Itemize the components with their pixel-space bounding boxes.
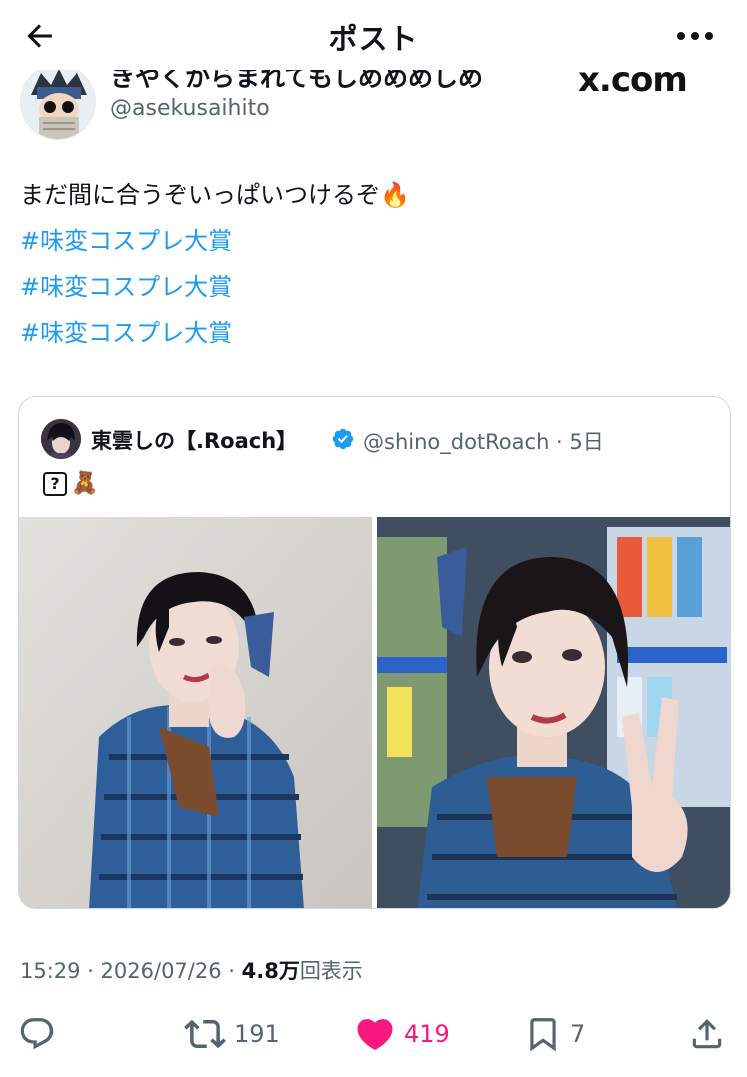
hashtag-link[interactable]: #味変コスプレ大賞: [20, 273, 232, 301]
reply-button[interactable]: [18, 1012, 56, 1056]
hashtag-link[interactable]: #味変コスプレ大賞: [20, 319, 232, 347]
tweet-text: まだ間に合うぞいっぱいつけるぞ🔥 #味変コスプレ大賞 #味変コスプレ大賞 #味変…: [20, 172, 720, 356]
author-avatar[interactable]: [20, 70, 96, 140]
more-dots-icon: [677, 32, 713, 40]
heart-filled-icon: [357, 1019, 393, 1051]
quoted-photo-1[interactable]: [19, 517, 372, 908]
page-title: ポスト: [328, 22, 419, 56]
repost-count: 191: [234, 1020, 280, 1048]
author-handle[interactable]: @asekusaihito: [110, 96, 270, 121]
author-display-name[interactable]: きやくからまれてもしめめめしめ: [110, 70, 483, 94]
quoted-author-handle-time[interactable]: @shino_dotRoach · 5日: [363, 426, 604, 456]
post-timestamp[interactable]: 15:29 · 2026/07/26 ·: [20, 959, 242, 983]
quoted-author-avatar[interactable]: [41, 419, 81, 459]
bookmark-button[interactable]: 7: [524, 1012, 585, 1056]
share-icon: [692, 1019, 722, 1049]
cosplay-portrait-image: [19, 517, 372, 908]
repost-button[interactable]: 191: [184, 1012, 280, 1056]
avatar-portrait-icon: [41, 419, 81, 459]
quoted-post-text: ? 🧸: [43, 471, 98, 496]
post-meta: 15:29 · 2026/07/26 · 4.8万回表示: [20, 955, 363, 985]
like-count: 419: [404, 1020, 450, 1048]
more-options-button[interactable]: [668, 14, 722, 58]
share-button[interactable]: [688, 1012, 726, 1056]
like-button[interactable]: 419: [354, 1012, 450, 1056]
bookmark-count: 7: [570, 1020, 586, 1048]
reply-icon: [20, 1018, 54, 1050]
view-count: 4.8万: [241, 959, 300, 983]
cosplay-selfie-image: [377, 517, 730, 908]
verified-badge-icon: [331, 427, 355, 451]
teddy-bear-emoji: 🧸: [71, 471, 99, 496]
hashtag-link[interactable]: #味変コスプレ大賞: [20, 227, 232, 255]
bookmark-icon: [530, 1018, 556, 1052]
quoted-post-card[interactable]: 東雲しの【.Roach】 @shino_dotRoach · 5日 ? 🧸: [18, 396, 731, 909]
quoted-photo-2[interactable]: [377, 517, 730, 908]
repost-icon: [184, 1019, 226, 1049]
view-label: 回表示: [299, 959, 363, 983]
avatar-illustration-icon: [21, 70, 95, 139]
question-box-emoji: ?: [43, 471, 67, 496]
watermark-logo: x.com: [578, 70, 688, 100]
action-bar: 191 419 7: [0, 1006, 747, 1066]
author-row: きやくからまれてもしめめめしめ @asekusaihito x.com: [0, 70, 747, 140]
top-bar: ポスト: [0, 0, 747, 70]
quoted-author-name[interactable]: 東雲しの【.Roach】: [91, 425, 297, 455]
tweet-line: まだ間に合うぞいっぱいつけるぞ🔥: [20, 181, 410, 209]
